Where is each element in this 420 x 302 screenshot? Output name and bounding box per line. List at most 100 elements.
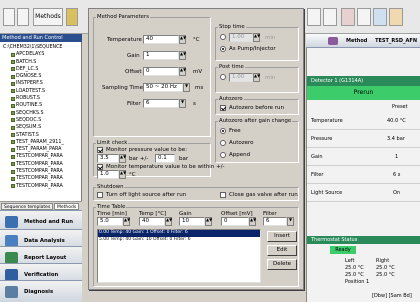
stop-time-spinner[interactable]: ▲▼ <box>253 33 260 42</box>
tree-item[interactable]: TESTCOMPAR_PARA <box>0 168 82 175</box>
toolbar-icon-7[interactable] <box>373 8 387 26</box>
tree-item[interactable]: TESTCOMPAR_PARA <box>0 175 82 182</box>
autozero-radio[interactable] <box>220 140 226 146</box>
tree-item-label: APCDELAY.S <box>16 52 45 58</box>
delete-button[interactable]: Delete <box>267 259 297 270</box>
tree-item[interactable]: SEQCHKS.S <box>0 110 82 117</box>
offset-spinner[interactable]: ▲▼ <box>179 67 186 76</box>
tt-temp-input[interactable]: 40 <box>139 217 165 226</box>
tt-temp-spinner[interactable]: ▲▼ <box>165 217 172 226</box>
tree-item-label: DGNOSE.S <box>16 74 42 80</box>
sequence-file-icon <box>11 184 15 189</box>
stop-time-input[interactable]: 1.00 <box>229 33 253 42</box>
tree-item[interactable]: SEQSUM.S <box>0 124 82 131</box>
temperature-input[interactable]: 40 <box>143 35 179 44</box>
pressure-tolerance-input[interactable]: 0.1 <box>155 154 175 163</box>
tree-item[interactable]: ROUTINE.S <box>0 102 82 109</box>
tt-offset-input[interactable]: 0 <box>221 217 249 226</box>
sampling-time-label: Sampling Time <box>102 85 143 91</box>
tt-offset-spinner[interactable]: ▲▼ <box>249 217 256 226</box>
tree-item[interactable]: TEST_PARAM_PARA <box>0 146 82 153</box>
post-time-radio[interactable] <box>220 74 226 80</box>
nav-label: Data Analysis <box>24 238 65 244</box>
tree-item[interactable]: TESTCOMPAR_PARA <box>0 161 82 168</box>
toolbar-icon-3[interactable] <box>307 8 321 26</box>
insert-button[interactable]: Insert <box>267 231 297 242</box>
tree-item-label: SEQDOC.S <box>16 117 42 123</box>
gain-input[interactable]: 1 <box>143 51 179 60</box>
status-row: Filter 6 s <box>307 166 420 184</box>
temp-tolerance-spinner[interactable]: ▲▼ <box>119 170 126 179</box>
filter-dropdown[interactable]: ▼ <box>179 99 186 108</box>
tree-item[interactable]: INSTPERF.S <box>0 80 82 87</box>
tree-item-label: TESTCOMPAR_PARA <box>16 183 63 189</box>
row-label: Pressure <box>311 136 333 142</box>
tree-item-label: STATIST.S <box>16 132 39 138</box>
post-time-spinner[interactable]: ▲▼ <box>253 73 260 82</box>
turn-off-light-checkbox[interactable] <box>97 192 103 198</box>
close-gas-checkbox[interactable] <box>220 192 226 198</box>
left-column-label: Left <box>345 258 355 264</box>
toolbar-icon-1[interactable] <box>3 8 15 26</box>
tree-item[interactable]: LOADTEST.S <box>0 88 82 95</box>
tt-time-spinner[interactable]: ▲▼ <box>123 217 130 226</box>
toolbar-icon-4[interactable] <box>323 8 337 26</box>
tt-gain-spinner[interactable]: ▲▼ <box>205 217 212 226</box>
tab-methods[interactable]: Methods <box>54 203 80 210</box>
append-radio[interactable] <box>220 152 226 158</box>
nav-diagnosis[interactable]: Diagnosis <box>0 280 82 302</box>
stop-time-radio[interactable] <box>220 34 226 40</box>
edit-button[interactable]: Edit <box>267 245 297 256</box>
tree-item[interactable]: STATIST.S <box>0 132 82 139</box>
temp-tolerance-input[interactable]: 1.0 <box>97 170 119 179</box>
tab-sequence-templates[interactable]: Sequence templates <box>1 203 54 210</box>
as-pump-label: As Pump/Injector <box>229 46 276 52</box>
offset-label: Offset <box>125 69 142 75</box>
row-label: Filter <box>311 172 324 178</box>
close-gas-label: Close gas valve after run <box>229 192 298 198</box>
gain-spinner[interactable]: ▲▼ <box>179 51 186 60</box>
tree-root[interactable]: C:\CHEM32\1\SEQUENCE <box>0 44 82 51</box>
temperature-spinner[interactable]: ▲▼ <box>179 35 186 44</box>
tree-item[interactable]: BATCH.S <box>0 59 82 66</box>
post-time-input[interactable]: 1.00 <box>229 73 253 82</box>
tree-item[interactable]: TESTCOMPAR_PARA <box>0 153 82 160</box>
time-table-title: Time Table <box>96 204 127 210</box>
toolbar-icon-5[interactable] <box>341 8 355 26</box>
tt-gain-input[interactable]: 10 <box>179 217 205 226</box>
pressure-target-input[interactable]: 3.5 <box>97 154 119 163</box>
toolbar-icon-8[interactable] <box>389 8 403 26</box>
tt-filter-select[interactable]: 6 <box>263 217 287 226</box>
pressure-target-spinner[interactable]: ▲▼ <box>119 154 126 163</box>
tree-item[interactable]: TESTCOMPAR_PARA <box>0 183 82 190</box>
tree-item[interactable]: TEST_PARAM_2911_ <box>0 139 82 146</box>
post-time-unit: min <box>265 75 276 81</box>
free-radio[interactable] <box>220 128 226 134</box>
toolbar-icon-6[interactable] <box>357 8 371 26</box>
as-pump-radio[interactable] <box>220 46 226 52</box>
toolbar-icon-2[interactable] <box>17 8 29 26</box>
tree-item[interactable]: DEF_LC.S <box>0 66 82 73</box>
autozero-before-checkbox[interactable] <box>220 105 226 111</box>
folder-icon[interactable] <box>66 8 78 26</box>
offset-input[interactable]: 0 <box>143 67 179 76</box>
tree-item-label: DEF_LC.S <box>16 66 39 72</box>
time-table-row[interactable]: 5.00 Temp: 40 Gain: 10 Offset: 0 Filter:… <box>98 237 260 244</box>
methods-button[interactable]: Methods <box>33 8 63 26</box>
tree-item[interactable]: DGNOSE.S <box>0 73 82 80</box>
tree-item[interactable]: ROBUST.S <box>0 95 82 102</box>
tree-item[interactable]: APCDELAY.S <box>0 51 82 58</box>
tree-item[interactable]: SEQDOC.S <box>0 117 82 124</box>
method-header: Method TEST_RSD_AFN <box>306 34 420 48</box>
tt-filter-dropdown[interactable]: ▼ <box>287 217 294 226</box>
tree-item-label: INSTPERF.S <box>16 81 43 87</box>
temperature-label: Temperature <box>107 37 142 43</box>
sequence-file-icon <box>11 103 15 108</box>
tt-time-input[interactable]: 5.0 <box>97 217 123 226</box>
filter-select[interactable]: 6 <box>143 99 179 108</box>
method-parameters-dialog: Method Parameters Temperature 40 ▲▼ °C G… <box>88 8 304 290</box>
sampling-time-select[interactable]: 50 ~ 20 Hz <box>143 83 183 92</box>
monitor-pressure-checkbox[interactable] <box>97 147 103 153</box>
time-table-list[interactable]: 0.00 Temp: 40 Gain: 1 Offset: 0 Filter: … <box>97 229 261 283</box>
sampling-time-dropdown[interactable]: ▼ <box>183 83 190 92</box>
